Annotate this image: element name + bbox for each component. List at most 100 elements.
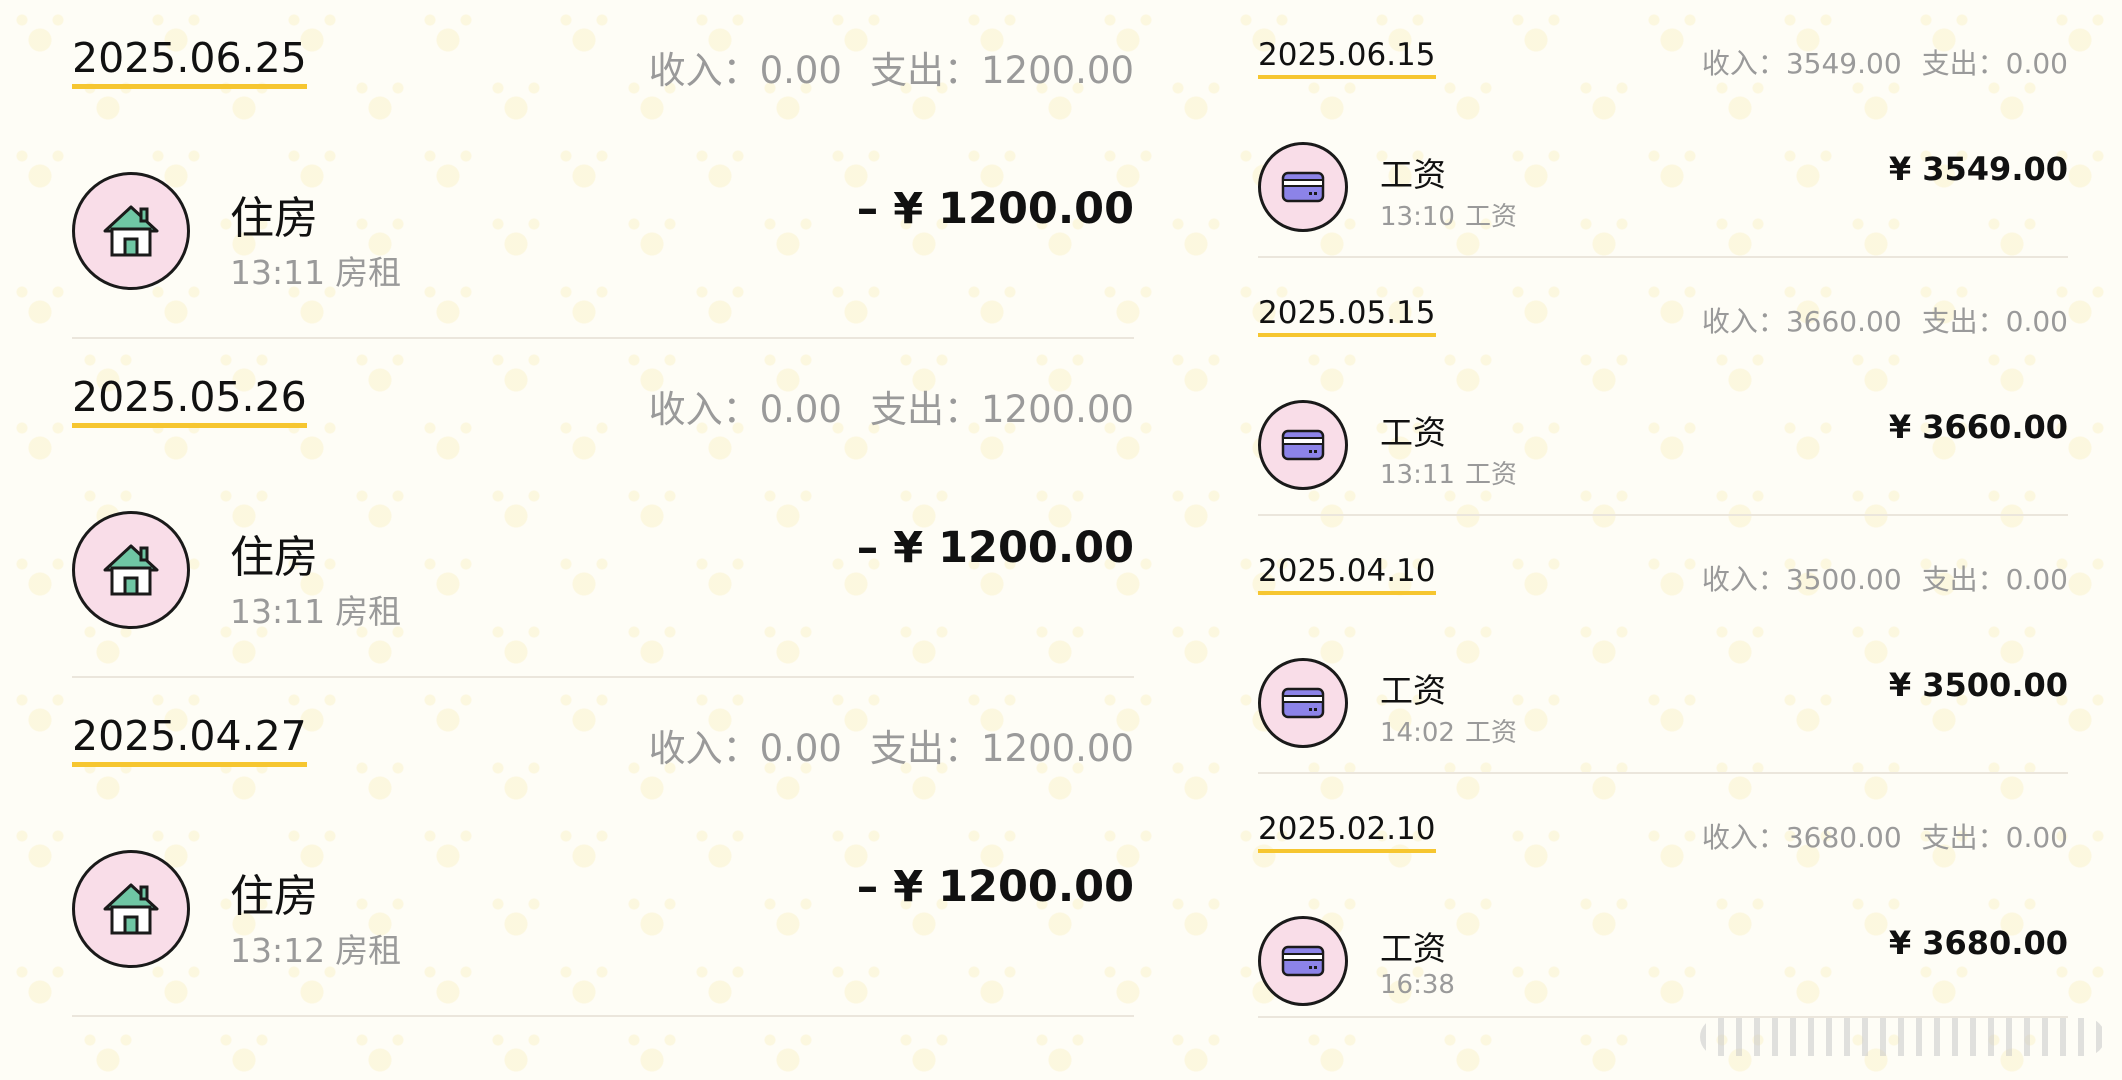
- transaction-amount: ¥ 3680.00: [1888, 924, 2068, 962]
- day-summary: 收入：0.00 支出：1200.00: [649, 379, 1134, 433]
- transaction-row[interactable]: 工资 16:38 ¥ 3680.00: [1258, 916, 2068, 1006]
- day-group: 2025.02.10 收入：3680.00 支出：0.00 工资 16:38 ¥ …: [1258, 774, 2068, 1032]
- transaction-note: 工资: [1464, 460, 1517, 490]
- day-group: 2025.06.25 收入：0.00 支出：1200.00 住房 13:11 房租 …: [72, 0, 1134, 339]
- transaction-meta: 13:11 房租: [230, 246, 401, 294]
- transaction-time: 13:11: [230, 592, 326, 631]
- income-label: 收入：: [1701, 47, 1786, 80]
- expense-value: 0.00: [2005, 305, 2068, 338]
- card-icon: [1258, 400, 1348, 490]
- house-icon: [72, 172, 190, 290]
- expense-label: 支出：: [1921, 821, 2006, 854]
- day-date: 2025.02.10: [1258, 812, 1436, 854]
- expense-value: 0.00: [2005, 563, 2068, 596]
- expense-label: 支出：: [1921, 563, 2006, 596]
- transaction-amount: – ¥ 1200.00: [856, 523, 1134, 573]
- income-value: 0.00: [759, 388, 842, 431]
- house-icon: [72, 850, 190, 968]
- house-icon: [72, 511, 190, 629]
- transaction-amount: ¥ 3660.00: [1888, 408, 2068, 446]
- day-date: 2025.06.25: [72, 35, 307, 90]
- transaction-time: 16:38: [1380, 970, 1455, 1000]
- day-date: 2025.06.15: [1258, 38, 1436, 80]
- expense-value: 0.00: [2005, 47, 2068, 80]
- transaction-meta: 13:11 工资: [1380, 454, 1517, 491]
- transaction-meta: 16:38: [1380, 970, 1465, 1000]
- transaction-note: 房租: [335, 931, 402, 970]
- transaction-amount: ¥ 3500.00: [1888, 666, 2068, 704]
- transaction-time: 14:02: [1380, 718, 1455, 748]
- day-group: 2025.05.26 收入：0.00 支出：1200.00 住房 13:11 房租 …: [72, 339, 1134, 678]
- income-label: 收入：: [1701, 821, 1786, 854]
- income-value: 0.00: [759, 727, 842, 770]
- transaction-note: 工资: [1464, 202, 1517, 232]
- left-record-list: 2025.06.25 收入：0.00 支出：1200.00 住房 13:11 房租 …: [72, 0, 1134, 1017]
- day-summary: 收入：3500.00 支出：0.00: [1702, 558, 2068, 598]
- day-group: 2025.06.15 收入：3549.00 支出：0.00 工资 13:10 工资 …: [1258, 0, 2068, 258]
- card-icon: [1258, 142, 1348, 232]
- scrollbar[interactable]: [1700, 1018, 2105, 1056]
- transaction-row[interactable]: 住房 13:11 房租 – ¥ 1200.00: [72, 172, 1134, 292]
- transaction-row[interactable]: 住房 13:12 房租 – ¥ 1200.00: [72, 850, 1134, 970]
- day-group: 2025.04.27 收入：0.00 支出：1200.00 住房 13:12 房租 …: [72, 678, 1134, 1017]
- transaction-time: 13:11: [1380, 460, 1455, 490]
- transaction-time: 13:11: [230, 253, 326, 292]
- expense-value: 1200.00: [980, 727, 1134, 770]
- transaction-category: 住房: [230, 532, 318, 583]
- day-date: 2025.04.27: [72, 713, 307, 768]
- transaction-category: 工资: [1380, 929, 1446, 968]
- income-label: 收入：: [1701, 305, 1786, 338]
- transaction-category: 工资: [1380, 671, 1446, 710]
- transaction-row[interactable]: 住房 13:11 房租 – ¥ 1200.00: [72, 511, 1134, 631]
- transaction-amount: ¥ 3549.00: [1888, 150, 2068, 188]
- expense-label: 支出：: [869, 388, 981, 431]
- transaction-amount: – ¥ 1200.00: [856, 184, 1134, 234]
- income-label: 收入：: [648, 727, 760, 770]
- transaction-row[interactable]: 工资 13:11 工资 ¥ 3660.00: [1258, 400, 2068, 490]
- day-date: 2025.05.26: [72, 374, 307, 429]
- transaction-time: 13:10: [1380, 202, 1455, 232]
- day-summary: 收入：0.00 支出：1200.00: [649, 718, 1134, 772]
- transaction-category: 住房: [230, 193, 318, 244]
- income-value: 3500.00: [1785, 563, 1902, 596]
- transaction-note: 房租: [335, 253, 402, 292]
- transaction-note: 房租: [335, 592, 402, 631]
- transaction-note: 工资: [1464, 718, 1517, 748]
- expense-value: 1200.00: [980, 49, 1134, 92]
- expense-label: 支出：: [1921, 47, 2006, 80]
- transaction-row[interactable]: 工资 13:10 工资 ¥ 3549.00: [1258, 142, 2068, 232]
- right-record-list: 2025.06.15 收入：3549.00 支出：0.00 工资 13:10 工资 …: [1258, 0, 2068, 1032]
- income-label: 收入：: [1701, 563, 1786, 596]
- transaction-amount: – ¥ 1200.00: [856, 862, 1134, 912]
- day-group: 2025.05.15 收入：3660.00 支出：0.00 工资 13:11 工资 …: [1258, 258, 2068, 516]
- transaction-category: 住房: [230, 871, 318, 922]
- day-date: 2025.04.10: [1258, 554, 1436, 596]
- expense-label: 支出：: [1921, 305, 2006, 338]
- day-summary: 收入：3680.00 支出：0.00: [1702, 816, 2068, 856]
- divider: [72, 1015, 1134, 1017]
- expense-label: 支出：: [869, 727, 981, 770]
- expense-value: 1200.00: [980, 388, 1134, 431]
- transaction-meta: 13:12 房租: [230, 924, 401, 972]
- income-value: 3680.00: [1785, 821, 1902, 854]
- income-value: 3549.00: [1785, 47, 1902, 80]
- card-icon: [1258, 916, 1348, 1006]
- day-group: 2025.04.10 收入：3500.00 支出：0.00 工资 14:02 工资 …: [1258, 516, 2068, 774]
- transaction-time: 13:12: [230, 931, 326, 970]
- day-date: 2025.05.15: [1258, 296, 1436, 338]
- transaction-meta: 13:11 房租: [230, 585, 401, 633]
- income-label: 收入：: [648, 388, 760, 431]
- expense-value: 0.00: [2005, 821, 2068, 854]
- day-summary: 收入：3549.00 支出：0.00: [1702, 42, 2068, 82]
- transaction-category: 工资: [1380, 155, 1446, 194]
- day-summary: 收入：3660.00 支出：0.00: [1702, 300, 2068, 340]
- transaction-meta: 13:10 工资: [1380, 196, 1517, 233]
- income-value: 0.00: [759, 49, 842, 92]
- income-label: 收入：: [648, 49, 760, 92]
- transaction-category: 工资: [1380, 413, 1446, 452]
- income-value: 3660.00: [1785, 305, 1902, 338]
- transaction-row[interactable]: 工资 14:02 工资 ¥ 3500.00: [1258, 658, 2068, 748]
- day-summary: 收入：0.00 支出：1200.00: [649, 40, 1134, 94]
- expense-label: 支出：: [869, 49, 981, 92]
- transaction-meta: 14:02 工资: [1380, 712, 1517, 749]
